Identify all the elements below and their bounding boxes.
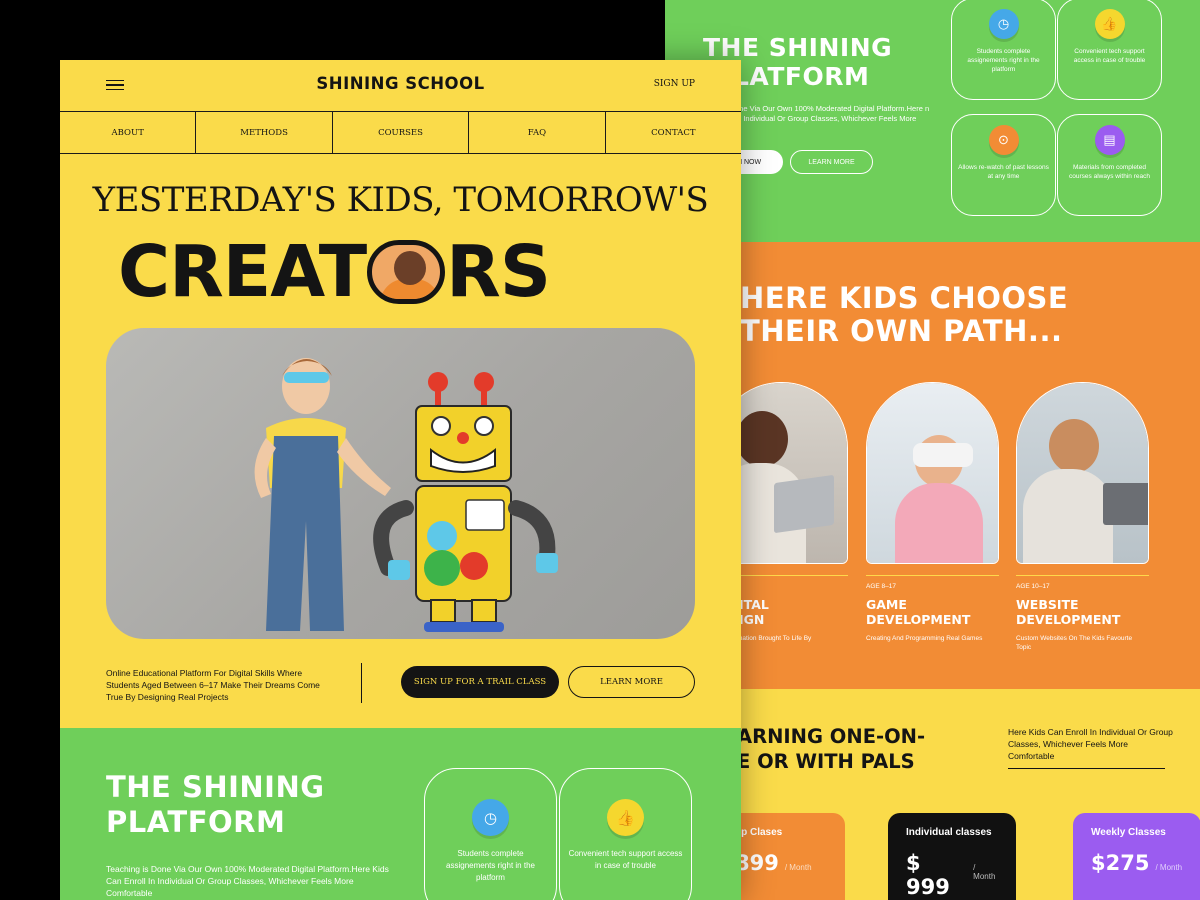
nav-contact[interactable]: CONTACT xyxy=(606,112,741,153)
feature-card-rewatch: ⊙ Allows re-watch of past lessons at any… xyxy=(951,114,1056,216)
front-page: SHINING SCHOOL SIGN UP ABOUT METHODS COU… xyxy=(60,60,741,900)
hero-section: SHINING SCHOOL SIGN UP ABOUT METHODS COU… xyxy=(60,60,741,728)
price-card-weekly[interactable]: Weekly Classes $275/ Month xyxy=(1073,813,1200,900)
clock-icon: ◷ xyxy=(472,799,509,836)
signup-trial-class-button[interactable]: SIGN UP FOR A TRAIL CLASS xyxy=(401,666,559,698)
kid-with-robot-illustration xyxy=(254,358,558,632)
location-pin-icon: ⊙ xyxy=(988,125,1019,155)
thumbs-up-icon: 👍 xyxy=(1094,9,1125,39)
learning-title: ARNING ONE-ON- E OR WITH PALS xyxy=(737,725,926,773)
nav-methods[interactable]: METHODS xyxy=(196,112,333,153)
learn-more-button[interactable]: LEARN MORE xyxy=(568,666,695,698)
folder-icon: ▤ xyxy=(1094,125,1125,155)
learning-text: Here Kids Can Enroll In Individual Or Gr… xyxy=(1008,727,1173,761)
platform-text: Teaching is Done Via Our Own 100% Modera… xyxy=(106,864,389,898)
back-learning-section: ARNING ONE-ON- E OR WITH PALS Here Kids … xyxy=(665,689,1200,900)
site-logo[interactable]: SHINING SCHOOL xyxy=(60,74,741,93)
platform-title: THE SHINING PLATFORM xyxy=(106,770,325,839)
main-nav: ABOUT METHODS COURSES FAQ CONTACT xyxy=(60,112,741,154)
headline-creators: CREAT RS xyxy=(118,232,551,312)
feature-card-support: 👍 Convenient tech support access in case… xyxy=(559,768,692,900)
feature-card-assignments: ◷ Students complete assignements right i… xyxy=(951,0,1056,100)
nav-courses[interactable]: COURSES xyxy=(333,112,470,153)
hero-image xyxy=(106,328,695,639)
nav-about[interactable]: ABOUT xyxy=(60,112,197,153)
headline-o-photo xyxy=(367,240,446,304)
thumbs-up-icon: 👍 xyxy=(607,799,644,836)
feature-card-assignments: ◷ Students complete assignements right i… xyxy=(424,768,557,900)
vr-headset xyxy=(913,443,973,467)
feature-card-support: 👍 Convenient tech support access in case… xyxy=(1057,0,1162,100)
top-bar: SHINING SCHOOL SIGN UP xyxy=(60,60,741,112)
back-platform-section: THE SHINING LATFORM one Via Our Own 100%… xyxy=(665,0,1200,242)
clock-icon: ◷ xyxy=(988,9,1019,39)
platform-section: THE SHINING PLATFORM Teaching is Done Vi… xyxy=(60,728,741,900)
back-page-preview: THE SHINING LATFORM one Via Our Own 100%… xyxy=(665,0,1200,900)
course-photo-game-development xyxy=(866,382,999,564)
screenshot-stage: THE SHINING LATFORM one Via Our Own 100%… xyxy=(0,0,1200,900)
back-paths-section: HERE KIDS CHOOSE THEIR OWN PATH... ITAL … xyxy=(665,242,1200,689)
course-photo-website-development xyxy=(1016,382,1149,564)
feature-card-materials: ▤ Materials from completed courses alway… xyxy=(1057,114,1162,216)
paths-title: HERE KIDS CHOOSE THEIR OWN PATH... xyxy=(740,281,1069,348)
sign-up-link[interactable]: SIGN UP xyxy=(654,79,695,89)
nav-faq[interactable]: FAQ xyxy=(469,112,606,153)
hero-description: Online Educational Platform For Digital … xyxy=(106,668,320,702)
back-platform-text: one Via Our Own 100% Moderated Digital P… xyxy=(735,104,930,123)
headline-tagline: YESTERDAY'S KIDS, TOMORROW'S xyxy=(92,180,709,220)
back-learn-more-button[interactable]: LEARN MORE xyxy=(790,150,873,174)
price-card-individual[interactable]: Individual classes $ 999/ Month xyxy=(888,813,1016,900)
